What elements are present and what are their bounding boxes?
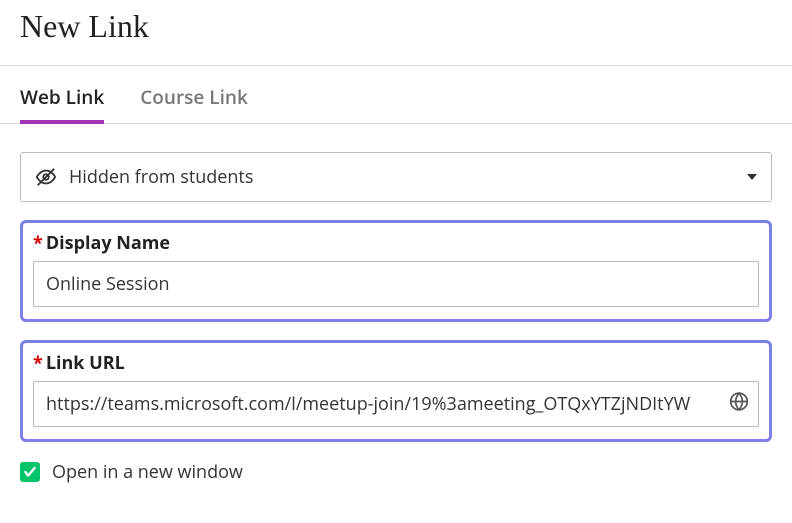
visibility-dropdown[interactable]: Hidden from students [20, 152, 772, 202]
display-name-label-text: Display Name [46, 231, 170, 255]
required-marker: * [33, 231, 43, 255]
required-marker: * [33, 351, 43, 375]
link-url-label: *Link URL [33, 351, 759, 375]
tabs: Web Link Course Link [20, 66, 772, 124]
tab-web-link[interactable]: Web Link [20, 84, 104, 124]
page-title: New Link [20, 8, 772, 45]
open-new-window-row: Open in a new window [20, 460, 772, 484]
visibility-label: Hidden from students [69, 165, 253, 189]
open-new-window-checkbox[interactable] [20, 462, 40, 482]
display-name-group: *Display Name [20, 220, 772, 322]
tab-course-link[interactable]: Course Link [140, 84, 248, 124]
link-url-group: *Link URL [20, 340, 772, 442]
chevron-down-icon [747, 174, 757, 180]
link-url-label-text: Link URL [46, 351, 125, 375]
globe-icon [729, 392, 749, 417]
hidden-icon [35, 166, 57, 188]
open-new-window-label: Open in a new window [52, 460, 243, 484]
display-name-label: *Display Name [33, 231, 759, 255]
display-name-input[interactable] [33, 261, 759, 307]
link-url-input[interactable] [33, 381, 759, 427]
tab-underline [0, 123, 792, 124]
